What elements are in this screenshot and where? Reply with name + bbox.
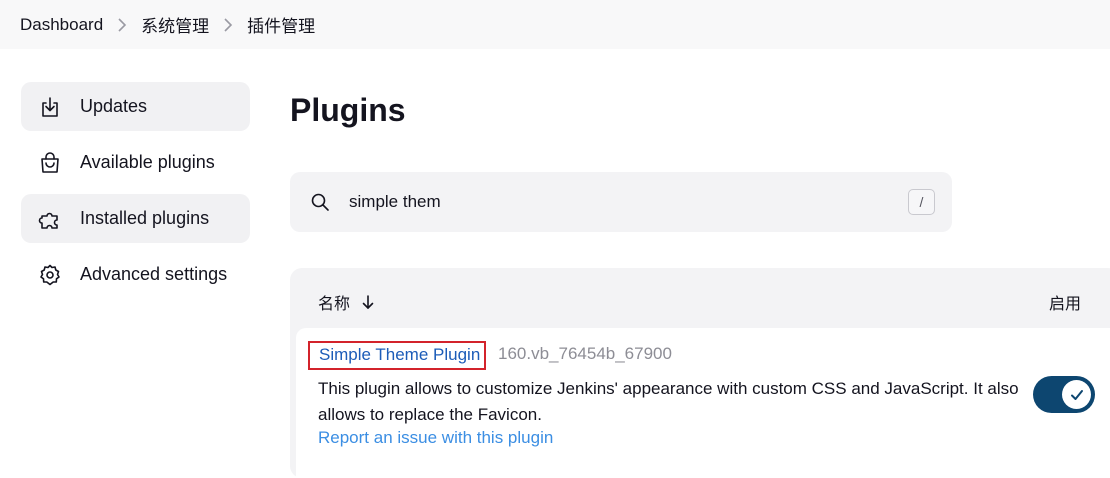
chevron-right-icon <box>117 17 127 32</box>
sidebar-item-installed-plugins[interactable]: Installed plugins <box>21 194 250 243</box>
sidebar-item-label: Updates <box>80 96 148 116</box>
breadcrumb-dashboard[interactable]: Dashboard <box>20 15 103 35</box>
report-issue-link[interactable]: Report an issue with this plugin <box>318 428 553 448</box>
sidebar-item-label: Installed plugins <box>80 208 210 228</box>
puzzle-icon <box>38 207 62 231</box>
gear-icon <box>38 263 62 287</box>
plugin-version: 160.vb_76454b_67900 <box>498 344 672 363</box>
search-input[interactable] <box>349 192 889 212</box>
plugins-table: 名称 启用 Simple Theme Plugin 160.vb_76454b_… <box>290 268 1110 478</box>
search-icon <box>310 192 330 212</box>
breadcrumb-system-management[interactable]: 系统管理 <box>141 12 209 37</box>
breadcrumb: Dashboard 系统管理 插件管理 <box>0 0 1110 49</box>
sidebar-item-updates[interactable]: Updates <box>21 82 250 131</box>
keyboard-shortcut-hint: / <box>908 189 935 215</box>
plugin-description: This plugin allows to customize Jenkins'… <box>318 379 1019 424</box>
check-icon <box>1062 380 1091 409</box>
table-row: Simple Theme Plugin 160.vb_76454b_67900 … <box>296 328 1110 478</box>
chevron-right-icon <box>223 17 233 32</box>
download-icon <box>38 95 62 119</box>
sidebar-item-available-plugins[interactable]: Available plugins <box>21 138 250 187</box>
plugin-name-link[interactable]: Simple Theme Plugin <box>308 341 487 370</box>
sidebar-item-label: Advanced settings <box>80 264 228 284</box>
breadcrumb-plugin-management[interactable]: 插件管理 <box>247 12 315 37</box>
column-header-label: 名称 <box>318 296 351 313</box>
column-header-enabled: 启用 <box>1049 296 1082 313</box>
sort-arrow-down-icon <box>362 294 374 310</box>
shopping-bag-icon <box>38 151 62 175</box>
enable-toggle[interactable] <box>1033 376 1095 413</box>
search-bar: / <box>290 172 952 232</box>
sidebar-item-label: Available plugins <box>80 152 215 172</box>
page-title: Plugins <box>290 92 406 128</box>
column-header-name[interactable]: 名称 <box>318 290 374 314</box>
sidebar-item-advanced-settings[interactable]: Advanced settings <box>21 250 250 299</box>
